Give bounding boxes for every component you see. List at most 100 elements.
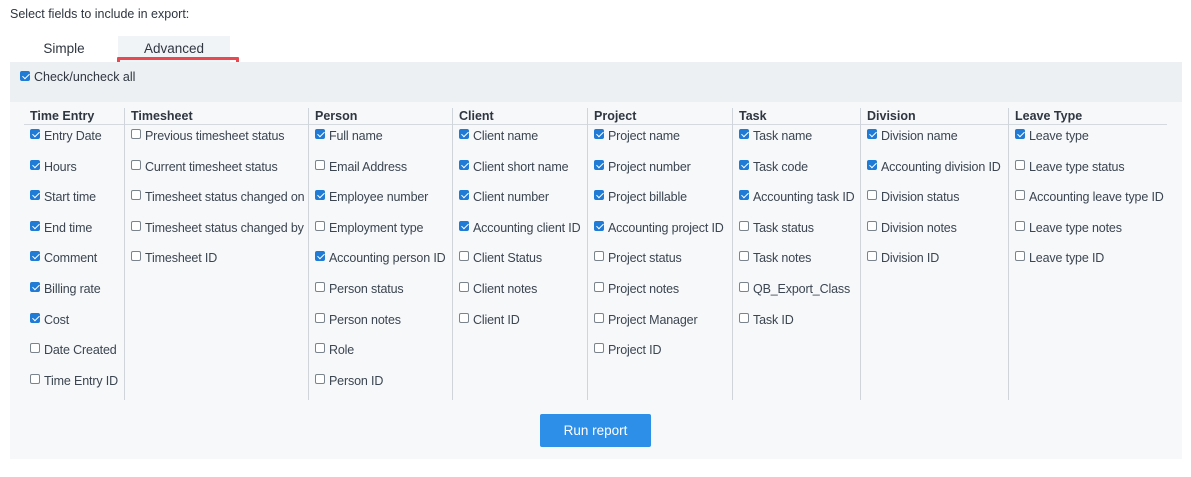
field-checkbox[interactable]: [315, 220, 325, 231]
field-checkbox[interactable]: [867, 159, 877, 170]
field-checkbox[interactable]: [459, 251, 469, 262]
field-option[interactable]: Division name: [867, 129, 1014, 161]
field-checkbox[interactable]: [30, 251, 40, 262]
field-checkbox[interactable]: [1015, 190, 1025, 201]
field-checkbox[interactable]: [1015, 129, 1025, 139]
field-checkbox[interactable]: [459, 220, 469, 231]
field-option[interactable]: Task ID: [739, 312, 867, 345]
field-option[interactable]: Timesheet status changed on: [131, 190, 314, 222]
field-option[interactable]: End time: [30, 220, 129, 253]
field-checkbox[interactable]: [594, 312, 604, 323]
field-checkbox[interactable]: [739, 312, 749, 323]
field-checkbox[interactable]: [739, 159, 749, 170]
field-checkbox[interactable]: [1015, 251, 1025, 262]
field-option[interactable]: Employee number: [315, 190, 458, 222]
field-checkbox[interactable]: [131, 220, 141, 231]
field-checkbox[interactable]: [739, 190, 749, 201]
field-option[interactable]: Accounting client ID: [459, 220, 593, 253]
field-checkbox[interactable]: [315, 343, 325, 354]
field-option[interactable]: Timesheet ID: [131, 251, 314, 283]
field-option[interactable]: Entry Date: [30, 129, 129, 161]
field-option[interactable]: Division ID: [867, 251, 1014, 283]
field-option[interactable]: Project name: [594, 129, 738, 161]
field-checkbox[interactable]: [30, 281, 40, 292]
field-option[interactable]: Division notes: [867, 220, 1014, 253]
tab-advanced[interactable]: Advanced: [118, 36, 230, 62]
field-checkbox[interactable]: [131, 159, 141, 170]
field-option[interactable]: Task code: [739, 159, 867, 192]
field-option[interactable]: Client Status: [459, 251, 593, 283]
field-checkbox[interactable]: [459, 190, 469, 201]
field-option[interactable]: Project notes: [594, 281, 738, 314]
field-checkbox[interactable]: [459, 159, 469, 170]
field-option[interactable]: Person notes: [315, 312, 458, 345]
field-checkbox[interactable]: [594, 190, 604, 201]
field-checkbox[interactable]: [131, 251, 141, 262]
field-option[interactable]: Cost: [30, 312, 129, 345]
field-option[interactable]: Accounting person ID: [315, 251, 458, 283]
field-checkbox[interactable]: [594, 129, 604, 139]
field-option[interactable]: Project number: [594, 159, 738, 192]
field-checkbox[interactable]: [315, 159, 325, 170]
field-option[interactable]: Project Manager: [594, 312, 738, 345]
field-option[interactable]: Task notes: [739, 251, 867, 283]
field-checkbox[interactable]: [131, 190, 141, 201]
field-option[interactable]: Task name: [739, 129, 867, 161]
field-option[interactable]: Role: [315, 343, 458, 375]
field-checkbox[interactable]: [315, 373, 325, 384]
field-option[interactable]: Accounting division ID: [867, 159, 1014, 192]
field-checkbox[interactable]: [459, 129, 469, 139]
field-option[interactable]: Task status: [739, 220, 867, 253]
field-option[interactable]: Billing rate: [30, 281, 129, 314]
field-option[interactable]: Current timesheet status: [131, 159, 314, 192]
field-option[interactable]: Accounting leave type ID: [1015, 190, 1175, 222]
field-checkbox[interactable]: [867, 129, 877, 139]
field-checkbox[interactable]: [315, 190, 325, 201]
field-option[interactable]: Time Entry ID: [30, 373, 129, 406]
field-option[interactable]: Hours: [30, 159, 129, 192]
field-checkbox[interactable]: [459, 281, 469, 292]
tab-simple[interactable]: Simple: [10, 36, 118, 62]
field-checkbox[interactable]: [315, 312, 325, 323]
field-option[interactable]: Person status: [315, 281, 458, 314]
field-checkbox[interactable]: [739, 220, 749, 231]
run-report-button[interactable]: Run report: [540, 414, 651, 447]
field-checkbox[interactable]: [867, 190, 877, 201]
field-checkbox[interactable]: [30, 129, 40, 139]
field-option[interactable]: Email Address: [315, 159, 458, 192]
field-option[interactable]: Accounting project ID: [594, 220, 738, 253]
field-checkbox[interactable]: [1015, 220, 1025, 231]
check-all-checkbox[interactable]: [20, 71, 30, 81]
field-checkbox[interactable]: [739, 251, 749, 262]
field-checkbox[interactable]: [315, 281, 325, 292]
field-option[interactable]: Division status: [867, 190, 1014, 222]
field-checkbox[interactable]: [315, 251, 325, 262]
field-option[interactable]: Start time: [30, 190, 129, 222]
check-all-toggle[interactable]: Check/uncheck all: [20, 70, 135, 84]
field-option[interactable]: Accounting task ID: [739, 190, 867, 222]
field-option[interactable]: Person ID: [315, 373, 458, 406]
field-checkbox[interactable]: [459, 312, 469, 323]
field-option[interactable]: Client ID: [459, 312, 593, 345]
field-option[interactable]: Client number: [459, 190, 593, 222]
field-option[interactable]: Leave type status: [1015, 159, 1175, 192]
field-option[interactable]: Project billable: [594, 190, 738, 222]
field-option[interactable]: Project ID: [594, 343, 738, 375]
field-option[interactable]: Previous timesheet status: [131, 129, 314, 161]
field-option[interactable]: Comment: [30, 251, 129, 283]
field-checkbox[interactable]: [30, 373, 40, 384]
field-option[interactable]: Client notes: [459, 281, 593, 314]
field-option[interactable]: Full name: [315, 129, 458, 161]
field-checkbox[interactable]: [594, 343, 604, 354]
field-checkbox[interactable]: [739, 281, 749, 292]
field-option[interactable]: Employment type: [315, 220, 458, 253]
field-option[interactable]: Leave type ID: [1015, 251, 1175, 283]
field-checkbox[interactable]: [594, 281, 604, 292]
field-option[interactable]: Leave type notes: [1015, 220, 1175, 253]
field-checkbox[interactable]: [30, 190, 40, 201]
field-checkbox[interactable]: [594, 251, 604, 262]
field-checkbox[interactable]: [30, 343, 40, 354]
field-option[interactable]: Timesheet status changed by: [131, 220, 314, 253]
field-option[interactable]: Leave type: [1015, 129, 1175, 161]
field-checkbox[interactable]: [867, 251, 877, 262]
